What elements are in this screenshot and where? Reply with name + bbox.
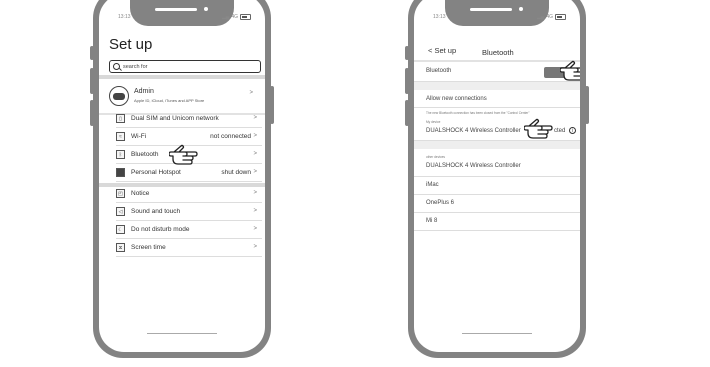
device-name: iMac xyxy=(426,182,439,188)
right-phone: 13:13 ▂▄ 4G < Set up Bluetooth Bluetooth … xyxy=(405,0,589,358)
status-bar: ▂▄ 4G xyxy=(537,14,566,20)
device-name: OnePlus 6 xyxy=(426,200,455,206)
divider xyxy=(414,141,580,149)
divider xyxy=(414,82,580,90)
settings-row-sound[interactable]: ◁ Sound and touch > xyxy=(116,203,262,221)
my-device-row[interactable]: DUALSHOCK 4 Wireless Controller cted i xyxy=(414,124,580,141)
pointing-hand-icon xyxy=(169,144,198,165)
bluetooth-toggle-row[interactable]: Bluetooth xyxy=(414,62,580,82)
network-label: 4G xyxy=(231,14,238,20)
device-row[interactable]: OnePlus 6 xyxy=(414,195,580,213)
left-screen: 13:13 ▂▄ 4G Set up search for Admin Apple… xyxy=(99,0,265,352)
signal-icon: ▂▄ xyxy=(536,14,545,20)
device-name: DUALSHOCK 4 Wireless Controller xyxy=(426,128,521,134)
row-label: Dual SIM and Unicom network xyxy=(131,115,219,122)
home-indicator xyxy=(462,332,532,334)
chevron-right-icon: > xyxy=(253,244,257,250)
search-icon xyxy=(113,63,120,70)
device-row[interactable]: DUALSHOCK 4 Wireless Controller xyxy=(414,159,580,177)
pointing-hand-icon xyxy=(524,118,553,139)
status-bar: ▂▄ 4G xyxy=(222,14,251,20)
chevron-right-icon: > xyxy=(253,226,257,232)
row-label: Allow new connections xyxy=(426,96,487,102)
row-label: Bluetooth xyxy=(131,151,159,158)
allow-new-connections-row[interactable]: Allow new connections xyxy=(414,90,580,108)
network-label: 4G xyxy=(546,14,553,20)
notice-text: The new Bluetooth connection has been cl… xyxy=(426,111,530,115)
gamepad-avatar-icon xyxy=(109,86,129,106)
sim-icon: ▯ xyxy=(116,114,125,123)
row-label: Personal Hotspot xyxy=(131,169,181,176)
camera-icon xyxy=(204,7,208,11)
volume-up-button xyxy=(405,68,409,94)
chevron-right-icon: > xyxy=(253,115,257,121)
camera-icon xyxy=(519,7,523,11)
status-time: 13:13 xyxy=(433,14,446,20)
device-name: DUALSHOCK 4 Wireless Controller xyxy=(426,163,521,169)
profile-name: Admin xyxy=(134,88,154,95)
device-row[interactable]: iMac xyxy=(414,177,580,195)
volume-down-button xyxy=(90,100,94,126)
row-label: Notice xyxy=(131,190,150,197)
chevron-right-icon: > xyxy=(253,208,257,214)
search-placeholder: search for xyxy=(123,63,148,70)
settings-row-dual-sim[interactable]: ▯ Dual SIM and Unicom network > xyxy=(116,110,262,128)
notch xyxy=(445,0,549,26)
page-title: Bluetooth xyxy=(482,48,514,57)
hourglass-icon: ⧖ xyxy=(116,243,125,252)
battery-icon xyxy=(240,14,251,20)
signal-icon: ▂▄ xyxy=(221,14,230,20)
profile-row[interactable]: Admin Apple ID, iCloud, iTunes and APP S… xyxy=(109,82,259,112)
row-label: Sound and touch xyxy=(131,208,181,215)
chevron-right-icon: > xyxy=(253,190,257,196)
page-title: Set up xyxy=(109,36,153,53)
search-input[interactable]: search for xyxy=(109,60,261,73)
row-label: Bluetooth xyxy=(426,68,452,74)
speaker-icon xyxy=(155,8,197,11)
chevron-right-icon: > xyxy=(253,133,257,139)
settings-row-notice[interactable]: ◰ Notice > xyxy=(116,185,262,203)
profile-subtitle: Apple ID, iCloud, iTunes and APP Store xyxy=(134,98,205,103)
home-indicator xyxy=(147,332,217,334)
notch xyxy=(130,0,234,26)
notice-icon: ◰ xyxy=(116,189,125,198)
pointing-hand-icon xyxy=(560,60,580,81)
sound-icon: ◁ xyxy=(116,207,125,216)
speaker-icon xyxy=(470,8,512,11)
row-value: shut down xyxy=(221,169,251,176)
settings-row-screen-time[interactable]: ⧖ Screen time > xyxy=(116,239,262,257)
row-value: not connected xyxy=(210,133,251,140)
power-button xyxy=(270,86,274,124)
status-time: 13:13 xyxy=(118,14,131,20)
row-label: Do not disturb mode xyxy=(131,226,190,233)
moon-icon: ☾ xyxy=(116,225,125,234)
divider xyxy=(99,75,265,79)
info-icon[interactable]: i xyxy=(569,127,576,134)
wifi-icon: ≈ xyxy=(116,132,125,141)
volume-up-button xyxy=(90,68,94,94)
device-row[interactable]: Mi 8 xyxy=(414,213,580,231)
device-name: Mi 8 xyxy=(426,218,438,224)
left-phone: 13:13 ▂▄ 4G Set up search for Admin Apple… xyxy=(90,0,274,358)
battery-icon xyxy=(555,14,566,20)
row-label: Wi-Fi xyxy=(131,133,147,140)
bluetooth-icon: ᛒ xyxy=(116,150,125,159)
back-button[interactable]: < Set up xyxy=(428,46,456,55)
settings-row-dnd[interactable]: ☾ Do not disturb mode > xyxy=(116,221,262,239)
hotspot-icon xyxy=(116,168,125,177)
device-status: cted xyxy=(554,128,566,134)
chevron-right-icon: > xyxy=(253,151,257,157)
right-screen: 13:13 ▂▄ 4G < Set up Bluetooth Bluetooth … xyxy=(414,0,580,352)
mute-switch xyxy=(90,46,94,60)
volume-down-button xyxy=(405,100,409,126)
chevron-right-icon: > xyxy=(249,90,253,96)
chevron-right-icon: > xyxy=(253,169,257,175)
mute-switch xyxy=(405,46,409,60)
row-label: Screen time xyxy=(131,244,166,251)
power-button xyxy=(585,86,589,124)
